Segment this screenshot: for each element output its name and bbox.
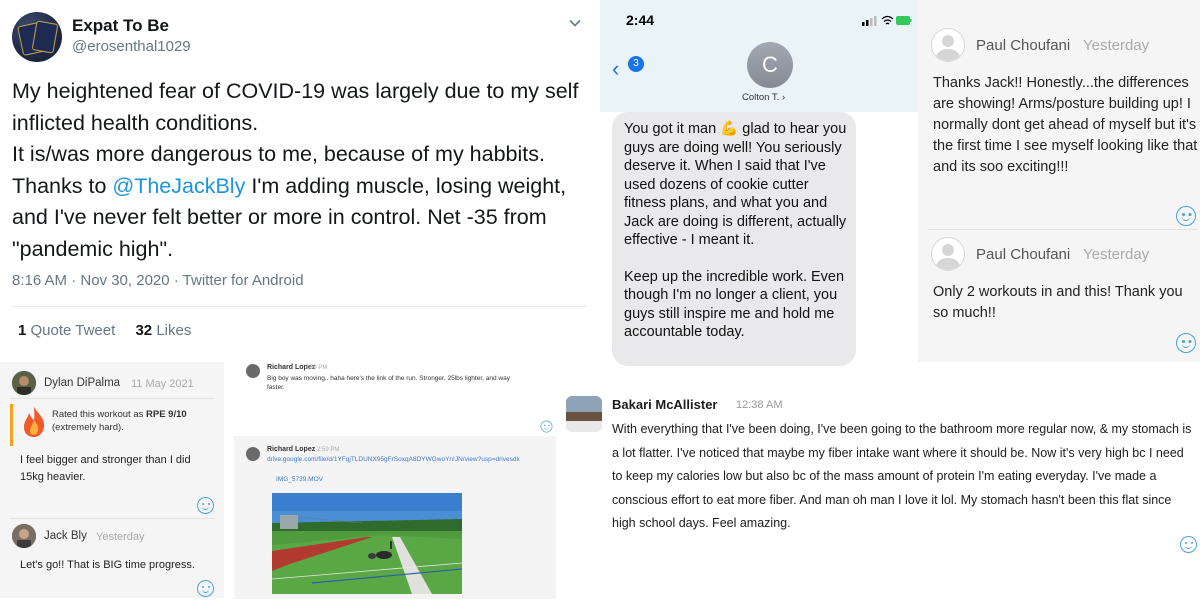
avatar[interactable]	[246, 364, 260, 378]
sender-name[interactable]: Richard Lopez	[267, 446, 315, 453]
divider	[10, 398, 215, 399]
add-reaction-icon[interactable]	[540, 420, 553, 433]
add-reaction-icon[interactable]	[197, 497, 214, 514]
tweet-author-name[interactable]: Expat To Be	[72, 16, 169, 36]
flame-icon	[24, 407, 45, 437]
tweet-avatar[interactable]	[12, 12, 62, 62]
avatar[interactable]	[12, 524, 36, 548]
message-time: 12:38 AM	[736, 399, 783, 411]
sender-name[interactable]: Bakari McAllister	[612, 397, 718, 412]
commenter-name[interactable]: Paul Choufani	[976, 246, 1070, 263]
track-video-thumbnail[interactable]	[272, 493, 462, 594]
mention-link[interactable]: @TheJackBly	[112, 174, 245, 198]
rpe-rating: Rated this workout as RPE 9/10 (extremel…	[52, 408, 217, 434]
rpe-prefix: Rated this workout as	[52, 409, 146, 420]
rpe-suffix: (extremely hard).	[52, 422, 124, 433]
comment-body: Thanks Jack!! Honestly...the differences…	[933, 75, 1198, 175]
comment-date: Yesterday	[1083, 37, 1150, 54]
likes-label: Likes	[152, 322, 192, 339]
commenter-name[interactable]: Dylan DiPalma	[44, 377, 120, 389]
quote-label: Quote Tweet	[26, 322, 116, 339]
message-time: 2:59 PM	[317, 447, 340, 453]
status-time: 2:44	[626, 12, 655, 28]
message-time: 2:59 PM	[305, 365, 328, 371]
avatar[interactable]	[12, 371, 36, 395]
divider	[10, 518, 215, 519]
reply-author-name[interactable]: Jack Bly	[44, 530, 87, 542]
tweet-body: My heightened fear of COVID-19 was large…	[12, 76, 582, 265]
message-paragraph: Keep up the incredible work. Even though…	[624, 268, 845, 341]
track-photo-image	[272, 493, 462, 594]
tweet-text: Thanks to	[12, 173, 113, 198]
tweet-author-handle[interactable]: @erosenthal1029	[72, 38, 191, 55]
avatar[interactable]	[931, 237, 965, 271]
message-text: With everything that I've been doing, I'…	[612, 422, 1192, 530]
comment-body: I feel bigger and stronger than I did 15…	[20, 454, 191, 483]
tweet-text: It is/was more dangerous to me, because …	[12, 142, 545, 166]
commenter-name[interactable]: Paul Choufani	[976, 37, 1070, 54]
rpe-value: RPE 9/10	[146, 409, 187, 420]
divider	[12, 306, 586, 307]
reply-date: Yesterday	[96, 531, 145, 543]
message-text: Big boy was moving.. haha here's the lin…	[267, 375, 510, 391]
avatar-photo-icon	[12, 371, 36, 395]
back-chevron-icon[interactable]: ‹	[612, 56, 619, 82]
unread-badge[interactable]: 3	[628, 56, 644, 72]
tweet-stats: 1 Quote Tweet 32 Likes	[18, 322, 191, 339]
video-filename[interactable]: IMG_5739.MOV	[276, 476, 323, 483]
tweet-meta: 8:16 AM · Nov 30, 2020 · Twitter for And…	[12, 272, 304, 289]
status-icons	[862, 15, 912, 26]
avatar[interactable]	[246, 447, 260, 461]
comment-date: 11 May 2021	[131, 378, 194, 390]
message-paragraph: You got it man 💪 glad to hear you guys a…	[624, 121, 847, 248]
chevron-down-icon[interactable]	[568, 16, 582, 30]
add-reaction-icon[interactable]	[1176, 333, 1196, 353]
testimonial-collage: Expat To Be @erosenthal1029 My heightene…	[0, 0, 1200, 600]
add-reaction-icon[interactable]	[1176, 206, 1196, 226]
rpe-accent-bar	[10, 404, 13, 446]
passport-icon	[31, 20, 59, 54]
avatar[interactable]	[931, 28, 965, 62]
message-text: You got it man 💪 glad to hear you guys a…	[624, 120, 850, 342]
contact-name[interactable]: Colton T. ›	[742, 92, 785, 103]
tweet-text: My heightened fear of COVID-19 was large…	[12, 79, 579, 135]
comment-body: Only 2 workouts in and this! Thank you s…	[933, 284, 1183, 321]
likes-link[interactable]: 32 Likes	[135, 322, 191, 339]
contact-avatar[interactable]: C	[747, 42, 793, 88]
divider	[928, 229, 1198, 230]
avatar-photo-icon	[12, 524, 36, 548]
likes-count: 32	[135, 322, 153, 339]
add-reaction-icon[interactable]	[1180, 536, 1197, 553]
quote-tweet-link[interactable]: 1 Quote Tweet	[18, 322, 115, 339]
add-reaction-icon[interactable]	[197, 580, 214, 597]
comment-date: Yesterday	[1083, 246, 1150, 263]
avatar[interactable]	[566, 396, 602, 432]
drive-link[interactable]: drive.google.com/file/d/1YFqjTLDUNX95gFr…	[267, 456, 552, 463]
reply-body: Let's go!! That is BIG time progress.	[20, 559, 195, 571]
